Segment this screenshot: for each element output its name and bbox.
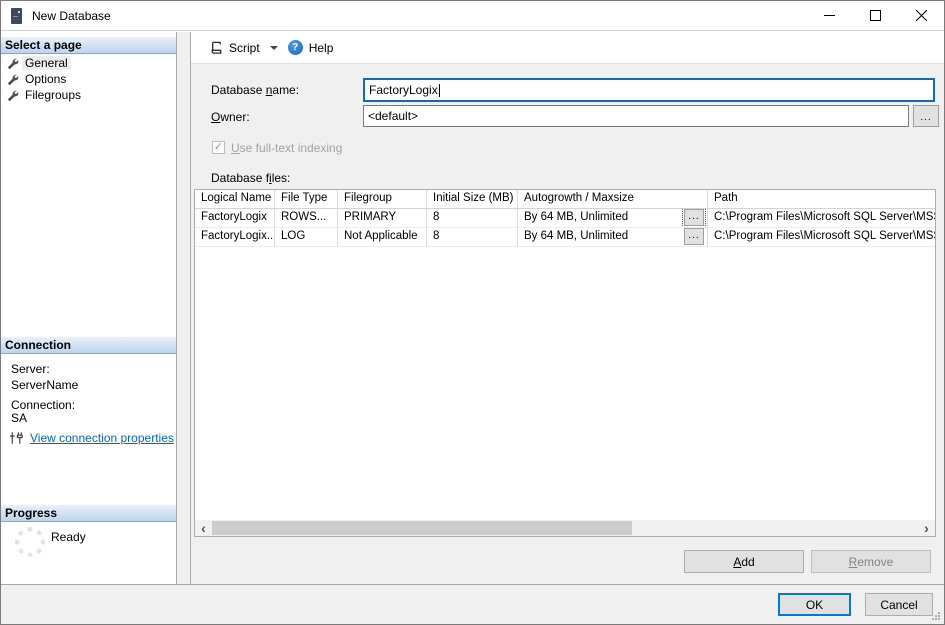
cell-filegroup[interactable]: PRIMARY	[338, 209, 427, 228]
autogrowth-browse-button[interactable]: ...	[684, 228, 704, 245]
database-files-label: Database files:	[211, 171, 290, 185]
content-pane: Script ? Help Database name: FactoryLogi…	[191, 32, 944, 584]
sidebar-item-filegroups[interactable]: Filegroups	[3, 87, 84, 103]
grid-header-row: Logical Name File Type Filegroup Initial…	[195, 190, 935, 209]
autogrowth-browse-button[interactable]: ...	[684, 209, 704, 226]
wrench-icon	[6, 73, 19, 86]
title-bar: New Database	[1, 1, 944, 31]
sidebar-item-options[interactable]: Options	[3, 71, 69, 87]
wrench-icon	[6, 89, 19, 102]
help-icon: ?	[288, 40, 303, 55]
cell-initial-size[interactable]: 8	[427, 228, 518, 247]
view-connection-properties-row: View connection properties	[9, 431, 174, 445]
owner-input[interactable]: <default>	[363, 105, 909, 127]
col-header-logical-name[interactable]: Logical Name	[195, 190, 275, 209]
maximize-icon	[870, 10, 881, 21]
cell-file-type[interactable]: ROWS...	[275, 209, 338, 228]
maximize-button[interactable]	[852, 1, 898, 30]
scroll-right-icon[interactable]: ›	[918, 520, 935, 536]
horizontal-scrollbar[interactable]: ‹ ›	[195, 520, 935, 536]
cell-path[interactable]: C:\Program Files\Microsoft SQL Server\MS…	[708, 228, 935, 247]
close-icon	[916, 10, 927, 21]
wrench-icon	[6, 57, 19, 70]
new-database-dialog: New Database Select a page General Optio…	[0, 0, 945, 625]
database-name-input[interactable]: FactoryLogix	[363, 78, 935, 102]
script-icon	[208, 40, 223, 55]
cell-initial-size[interactable]: 8	[427, 209, 518, 228]
window-title: New Database	[32, 9, 111, 23]
database-name-value: FactoryLogix	[369, 83, 438, 97]
col-header-filegroup[interactable]: Filegroup	[338, 190, 427, 209]
progress-header: Progress	[1, 505, 176, 522]
connection-label: Connection:	[11, 398, 75, 412]
close-button[interactable]	[898, 1, 944, 30]
scroll-left-icon[interactable]: ‹	[195, 520, 212, 536]
cell-file-type[interactable]: LOG	[275, 228, 338, 247]
footer-bar: OK Cancel	[1, 584, 944, 624]
script-label: Script	[229, 41, 260, 55]
sidebar-item-label: General	[22, 56, 71, 70]
server-value: ServerName	[11, 378, 78, 392]
toolbar: Script ? Help	[191, 32, 944, 64]
sidebar-item-general[interactable]: General	[3, 55, 71, 71]
database-server-icon	[11, 8, 22, 24]
col-header-initial-size[interactable]: Initial Size (MB)	[427, 190, 518, 209]
cell-logical-name[interactable]: FactoryLogix...	[195, 228, 275, 247]
remove-button: Remove	[811, 550, 931, 573]
cancel-button[interactable]: Cancel	[865, 593, 933, 616]
progress-spinner-icon	[15, 527, 45, 557]
owner-value: <default>	[368, 109, 418, 123]
sidebar-item-label: Options	[22, 72, 69, 86]
cell-autogrowth[interactable]: By 64 MB, Unlimited ...	[518, 228, 708, 247]
sidebar-splitter[interactable]	[176, 32, 191, 584]
col-header-path[interactable]: Path	[708, 190, 935, 209]
col-header-file-type[interactable]: File Type	[275, 190, 338, 209]
resize-grip[interactable]	[931, 611, 941, 621]
fulltext-label: Use full-text indexing	[231, 141, 342, 155]
grid-row-rows-file: FactoryLogix ROWS... PRIMARY 8 By 64 MB,…	[195, 209, 935, 228]
connection-value: SA	[11, 411, 27, 425]
sidebar-item-label: Filegroups	[22, 88, 84, 102]
database-files-grid: Logical Name File Type Filegroup Initial…	[194, 189, 936, 537]
script-button[interactable]: Script	[208, 40, 264, 55]
owner-label: Owner:	[211, 110, 250, 124]
help-label: Help	[309, 41, 334, 55]
grid-row-log-file: FactoryLogix... LOG Not Applicable 8 By …	[195, 228, 935, 247]
sidebar: Select a page General Options Filegroups…	[1, 32, 176, 584]
select-a-page-header: Select a page	[1, 37, 176, 54]
database-name-label: Database name:	[211, 83, 299, 97]
view-connection-properties-link[interactable]: View connection properties	[30, 431, 174, 445]
cell-filegroup[interactable]: Not Applicable	[338, 228, 427, 247]
server-label: Server:	[11, 362, 50, 376]
minimize-icon	[824, 10, 835, 21]
connection-header: Connection	[1, 337, 176, 354]
scroll-thumb[interactable]	[212, 521, 632, 535]
fulltext-checkbox: ✓	[212, 141, 225, 154]
cell-path[interactable]: C:\Program Files\Microsoft SQL Server\MS…	[708, 209, 935, 228]
scroll-track[interactable]	[212, 520, 918, 536]
help-button[interactable]: ? Help	[288, 40, 338, 55]
add-button[interactable]: Add	[684, 550, 804, 573]
cell-logical-name[interactable]: FactoryLogix	[195, 209, 275, 228]
minimize-button[interactable]	[806, 1, 852, 30]
progress-status: Ready	[51, 530, 86, 544]
connection-properties-icon	[9, 431, 24, 445]
cell-autogrowth[interactable]: By 64 MB, Unlimited ...	[518, 209, 708, 228]
ok-button[interactable]: OK	[778, 593, 851, 616]
text-caret	[439, 84, 440, 97]
owner-browse-button[interactable]: ...	[913, 105, 939, 127]
script-dropdown-arrow-icon[interactable]	[270, 46, 278, 50]
col-header-autogrowth[interactable]: Autogrowth / Maxsize	[518, 190, 708, 209]
